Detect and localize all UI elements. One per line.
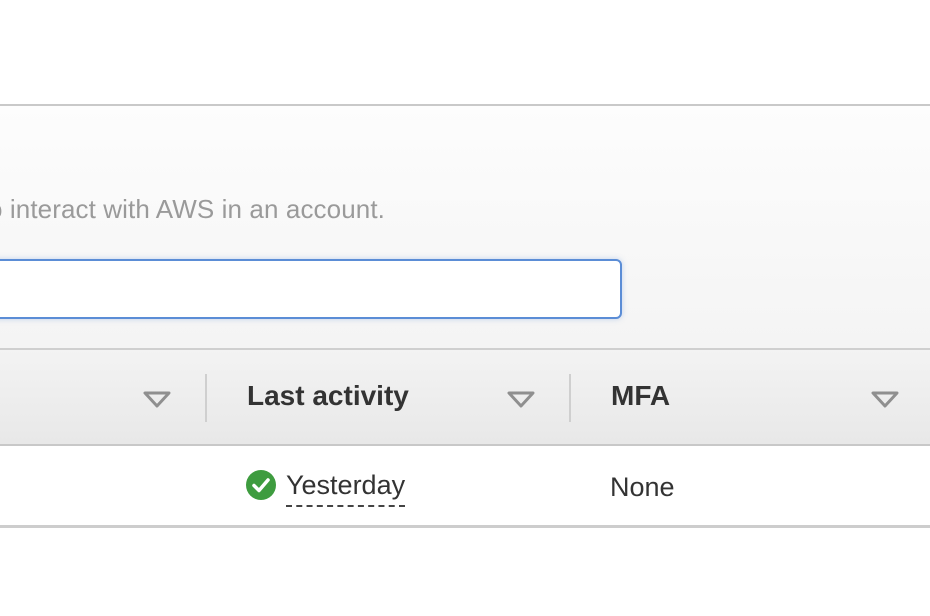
search-input[interactable] bbox=[0, 259, 622, 319]
column-divider[interactable] bbox=[205, 374, 207, 422]
sort-caret-down-icon[interactable] bbox=[870, 390, 900, 410]
column-header-mfa[interactable]: MFA bbox=[611, 380, 670, 412]
panel-description: o interact with AWS in an account. bbox=[0, 194, 385, 224]
mfa-value: None bbox=[610, 472, 675, 502]
table-header: Last activity MFA bbox=[0, 348, 930, 446]
last-activity-value[interactable]: Yesterday bbox=[286, 470, 406, 507]
users-list-panel: o interact with AWS in an account. bbox=[0, 104, 930, 348]
column-divider[interactable] bbox=[569, 374, 571, 422]
table-row[interactable]: Yesterday None bbox=[0, 446, 930, 528]
check-circle-icon bbox=[246, 470, 276, 500]
sort-caret-down-icon[interactable] bbox=[142, 390, 172, 410]
sort-caret-down-icon[interactable] bbox=[506, 390, 536, 410]
users-page: o interact with AWS in an account. Last … bbox=[0, 0, 930, 616]
column-header-last-activity[interactable]: Last activity bbox=[247, 380, 409, 412]
